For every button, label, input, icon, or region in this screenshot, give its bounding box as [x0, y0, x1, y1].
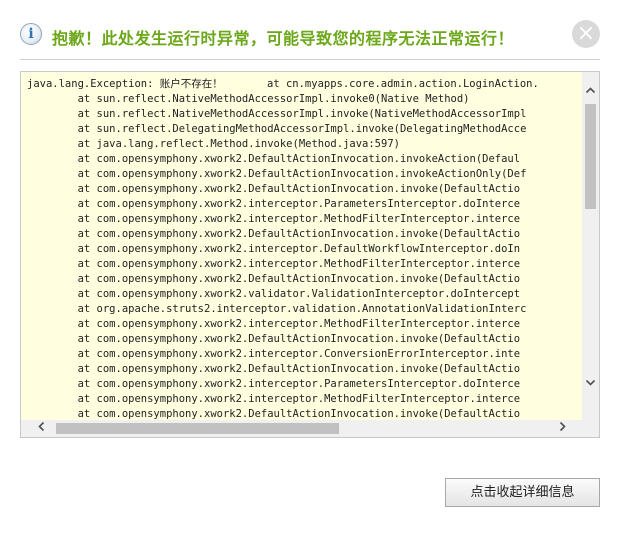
stack-trace-line: at com.opensymphony.xwork2.interceptor.D…	[27, 243, 521, 255]
horizontal-scrollbar[interactable]	[21, 420, 599, 437]
stack-trace-line: at com.opensymphony.xwork2.DefaultAction…	[27, 183, 521, 195]
stack-trace-panel[interactable]: java.lang.Exception: 账户不存在！ at cn.myapps…	[20, 71, 600, 438]
chevron-left-icon	[38, 421, 45, 432]
stack-trace-line: at com.opensymphony.xwork2.interceptor.P…	[27, 198, 521, 210]
close-button[interactable]: ×	[572, 20, 600, 48]
scroll-down-button[interactable]	[582, 376, 599, 393]
stack-trace-line: at com.opensymphony.xwork2.DefaultAction…	[27, 153, 521, 165]
stack-trace-line: at java.lang.reflect.Method.invoke(Metho…	[27, 138, 400, 150]
vertical-scroll-thumb[interactable]	[585, 104, 596, 209]
stack-trace-line: at com.opensymphony.xwork2.interceptor.M…	[27, 258, 521, 270]
stack-trace-line: at com.opensymphony.xwork2.DefaultAction…	[27, 333, 521, 345]
chevron-right-icon	[559, 421, 566, 432]
stack-trace-line: at com.opensymphony.xwork2.DefaultAction…	[27, 273, 521, 285]
collapse-details-button[interactable]: 点击收起详细信息	[445, 478, 600, 507]
vertical-scrollbar[interactable]	[582, 72, 599, 421]
stack-trace-line: at com.opensymphony.xwork2.validator.Val…	[27, 288, 521, 300]
stack-trace-line: at org.apache.struts2.interceptor.valida…	[27, 303, 527, 315]
chevron-down-icon	[585, 379, 596, 386]
scroll-left-button[interactable]	[33, 420, 50, 437]
chevron-up-icon	[585, 87, 596, 94]
stack-trace-line: at com.opensymphony.xwork2.interceptor.M…	[27, 213, 521, 225]
scroll-up-button[interactable]	[582, 84, 599, 101]
stack-trace-line: at sun.reflect.NativeMethodAccessorImpl.…	[27, 108, 527, 120]
stack-trace-line: at com.opensymphony.xwork2.DefaultAction…	[27, 168, 527, 180]
stack-trace-line: java.lang.Exception: 账户不存在！ at cn.myapps…	[27, 78, 539, 90]
scroll-right-button[interactable]	[554, 420, 571, 437]
stack-trace-line: at com.opensymphony.xwork2.interceptor.M…	[27, 393, 521, 405]
dialog-title: 抱歉！此处发生运行时异常，可能导致您的程序无法正常运行！	[52, 29, 515, 48]
stack-trace-line: at com.opensymphony.xwork2.DefaultAction…	[27, 363, 521, 375]
info-icon: i	[20, 23, 42, 45]
dialog-header: i 抱歉！此处发生运行时异常，可能导致您的程序无法正常运行！ ×	[20, 20, 600, 48]
stack-trace-line: at sun.reflect.DelegatingMethodAccessorI…	[27, 123, 527, 135]
stack-trace-line: at sun.reflect.NativeMethodAccessorImpl.…	[27, 93, 470, 105]
close-icon: ×	[576, 21, 596, 46]
stack-trace-line: at com.opensymphony.xwork2.DefaultAction…	[27, 228, 521, 240]
stack-trace-line: at com.opensymphony.xwork2.interceptor.M…	[27, 318, 521, 330]
stack-trace-text: java.lang.Exception: 账户不存在！ at cn.myapps…	[27, 77, 583, 422]
horizontal-scroll-thumb[interactable]	[56, 423, 339, 434]
header-divider	[20, 59, 600, 60]
stack-trace-line: at com.opensymphony.xwork2.interceptor.P…	[27, 378, 521, 390]
stack-trace-line: at com.opensymphony.xwork2.interceptor.C…	[27, 348, 521, 360]
